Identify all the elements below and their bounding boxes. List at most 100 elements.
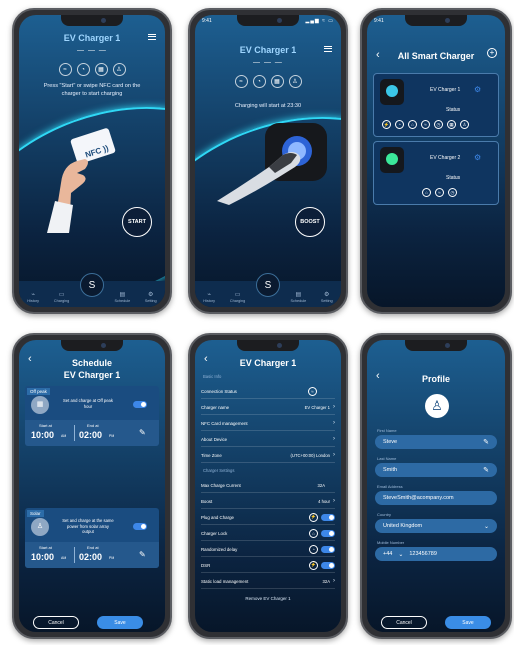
row-value: 32A [317, 482, 325, 488]
charging-icon: ▭ [58, 292, 65, 298]
cancel-button[interactable]: Cancel [381, 616, 427, 629]
status-time: 9:41 [374, 18, 384, 24]
cancel-button[interactable]: Cancel [33, 616, 79, 629]
gear-icon: ⚙ [148, 292, 154, 298]
phone-profile: ‹ Profile ♙ First Name Steve ✎ Last Name … [360, 333, 512, 639]
status-icons: ≈ ◔ ▦ ♙ [195, 75, 341, 88]
field-value: United Kingdom [383, 523, 423, 529]
tab-label: Charging [229, 299, 246, 303]
row-label: Max Charge Current [201, 482, 241, 488]
row-label: Static load management [201, 578, 249, 584]
charger-lock-toggle[interactable] [321, 529, 335, 537]
end-time[interactable]: 02:00 [79, 430, 102, 440]
schedule-screen: ‹ Schedule EV Charger 1 Off peak ▦ Set a… [19, 340, 165, 632]
plug-and-charge-toggle[interactable] [321, 513, 335, 521]
start-button[interactable]: START [122, 207, 152, 237]
row-static-load[interactable]: Static load management 32A › [201, 574, 335, 589]
country-code[interactable]: +44 [383, 551, 392, 557]
end-label: End at [87, 423, 99, 428]
row-label: Charger Lock [201, 530, 228, 536]
gauge-icon: ◔ [309, 544, 318, 554]
row-boost[interactable]: Boost 4 hour › [201, 494, 335, 509]
tab-setting[interactable]: ⚙ Setting [317, 291, 337, 303]
row-max-charge-current[interactable]: Max Charge Current 32A [201, 478, 335, 493]
gear-icon[interactable]: ⚙ [474, 153, 481, 162]
row-connection-status[interactable]: Connection Status ≈ [201, 384, 335, 399]
tab-label: Setting [144, 299, 157, 303]
last-name-field[interactable]: Smith ✎ [375, 463, 497, 477]
start-label: Start at [39, 545, 52, 550]
phone-charging-screen: 9:41 ▂▄▆ ≈ ▭ EV Charger 1 — — — ≈ ◔ ▦ ♙ … [188, 8, 348, 314]
edit-pencil-icon[interactable]: ✎ [483, 438, 489, 446]
tab-schedule[interactable]: ▤ Schedule [288, 291, 308, 303]
menu-icon[interactable] [148, 34, 156, 40]
remove-charger-link[interactable]: Remove EV Charger 1 [195, 596, 341, 601]
page-title: EV Charger 1 [239, 45, 297, 55]
divider [74, 547, 75, 563]
tab-label: Charging [53, 299, 70, 303]
charger-feature-icons: ⌂ ≈ ◷ [422, 188, 457, 197]
save-button[interactable]: Save [97, 616, 143, 629]
calendar-icon: ▤ [295, 292, 302, 298]
divider [74, 425, 75, 441]
home-logo-button[interactable]: S [256, 273, 280, 297]
row-nfc-card[interactable]: NFC Card management › [201, 416, 335, 431]
dsr-toggle[interactable] [321, 561, 335, 569]
notch [61, 15, 123, 26]
dsr-icon: ⚡ [309, 560, 318, 570]
page-title: Schedule [71, 358, 112, 368]
tab-label: History [203, 299, 216, 303]
end-time[interactable]: 02:00 [79, 552, 102, 562]
notch [237, 340, 299, 351]
row-label: About Device [201, 436, 228, 442]
tab-history[interactable]: ⌁ History [199, 291, 219, 303]
email-field[interactable]: SteveSmith@acompany.com [375, 491, 497, 505]
start-time[interactable]: 10:00 [31, 430, 54, 440]
solar-toggle[interactable] [133, 523, 147, 530]
lock-icon: ⌂ [408, 120, 417, 129]
calendar-icon: ▦ [447, 120, 456, 129]
charge-readout: — — — [77, 47, 107, 54]
avatar[interactable]: ♙ [425, 394, 449, 418]
charger-feature-icons: ⚡ ◔ ⌂ ≈ ◷ ▦ ♙ [382, 120, 469, 129]
edit-pencil-icon[interactable]: ✎ [139, 550, 146, 559]
charger-card-1[interactable]: EV Charger 1 ⚙ Status ⚡ ◔ ⌂ ≈ ◷ ▦ ♙ [373, 73, 499, 137]
menu-icon[interactable] [324, 46, 332, 52]
gear-icon[interactable]: ⚙ [474, 85, 481, 94]
row-label: Connection Status [201, 388, 237, 394]
tab-charging[interactable]: ▭ Charging [228, 291, 248, 303]
chevron-right-icon: › [333, 498, 335, 504]
row-about-device[interactable]: About Device › [201, 432, 335, 447]
row-charger-name[interactable]: Charger name EV Charger 1 › [201, 400, 335, 415]
save-button[interactable]: Save [445, 616, 491, 629]
start-label: Start at [39, 423, 52, 428]
boost-label: BOOST [300, 219, 320, 225]
tab-schedule[interactable]: ▤ Schedule [112, 291, 132, 303]
end-ampm: PM [109, 434, 115, 438]
wifi-icon: ≈ [234, 75, 248, 88]
chevron-down-icon: ⌄ [483, 523, 489, 530]
first-name-field[interactable]: Steve ✎ [375, 435, 497, 449]
phone-schedule: ‹ Schedule EV Charger 1 Off peak ▦ Set a… [12, 333, 172, 639]
tab-charging[interactable]: ▭ Charging [52, 291, 72, 303]
add-charger-button[interactable]: + [487, 48, 497, 58]
randomized-delay-toggle[interactable] [321, 545, 335, 553]
edit-pencil-icon[interactable]: ✎ [483, 466, 489, 474]
page-title: EV Charger 1 [63, 33, 121, 43]
chevron-right-icon: › [333, 578, 335, 584]
edit-pencil-icon[interactable]: ✎ [139, 428, 146, 437]
user-icon: ♙ [288, 75, 302, 88]
home-logo-button[interactable]: S [80, 273, 104, 297]
calendar-icon: ▦ [270, 75, 284, 88]
start-ampm: AM [61, 434, 67, 438]
start-screen: EV Charger 1 — — — ≈ ◔ ▦ ♙ Press "Start"… [19, 15, 165, 307]
boost-button[interactable]: BOOST [295, 207, 325, 237]
mobile-field[interactable]: +44 ⌄ 123456789 [375, 547, 497, 561]
tab-setting[interactable]: ⚙ Setting [141, 291, 161, 303]
row-time-zone[interactable]: Time Zone (UTC+00:00) London › [201, 448, 335, 463]
country-select[interactable]: United Kingdom ⌄ [375, 519, 497, 533]
tab-history[interactable]: ⌁ History [23, 291, 43, 303]
offpeak-toggle[interactable] [133, 401, 147, 408]
charger-card-2[interactable]: EV Charger 2 ⚙ Status ⌂ ≈ ◷ [373, 141, 499, 205]
start-time[interactable]: 10:00 [31, 552, 54, 562]
